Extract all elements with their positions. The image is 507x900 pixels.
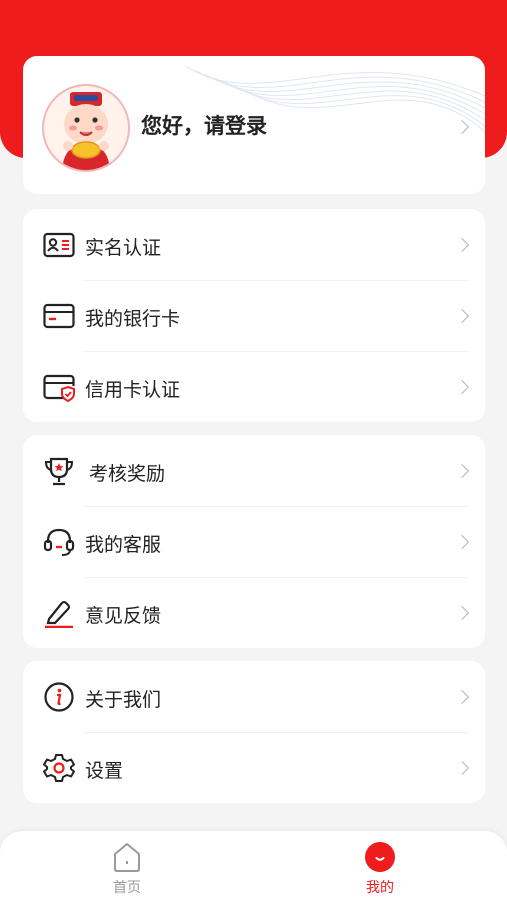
- bottom-tab-bar: 首页 我的: [0, 831, 507, 900]
- trophy-icon: [44, 457, 74, 486]
- gear-icon: [43, 754, 75, 782]
- menu-item-label: 关于我们: [85, 689, 162, 711]
- menu-item-label: 我的客服: [85, 534, 162, 556]
- menu-item-customer-service[interactable]: 我的客服: [23, 506, 485, 577]
- chevron-right-icon: [454, 534, 470, 550]
- menu-item-about-us[interactable]: 关于我们: [23, 661, 485, 732]
- profile-card[interactable]: 您好，请登录: [23, 56, 485, 194]
- bank-card-icon: [43, 303, 75, 329]
- login-greeting[interactable]: 您好，请登录: [141, 110, 267, 140]
- menu-item-label: 我的银行卡: [85, 308, 181, 330]
- tab-home[interactable]: 首页: [87, 837, 167, 897]
- menu-item-credit-card[interactable]: 信用卡认证: [23, 351, 485, 422]
- menu-item-label: 信用卡认证: [85, 379, 181, 401]
- menu-item-label: 设置: [85, 760, 124, 782]
- id-card-icon: [43, 232, 75, 258]
- menu-group-services: 考核奖励 我的客服 意见反馈: [23, 435, 485, 648]
- menu-item-bank-card[interactable]: 我的银行卡: [23, 280, 485, 351]
- chevron-right-icon: [454, 605, 470, 621]
- tab-home-label: 首页: [113, 880, 141, 896]
- credit-card-shield-icon: [43, 374, 75, 402]
- chevron-right-icon: [454, 379, 470, 395]
- chevron-right-icon: [454, 237, 470, 253]
- chevron-right-icon: [454, 463, 470, 479]
- menu-item-feedback[interactable]: 意见反馈: [23, 577, 485, 648]
- menu-item-settings[interactable]: 设置: [23, 732, 485, 803]
- home-icon: [114, 843, 140, 872]
- headset-icon: [43, 528, 75, 556]
- wave-decoration: [185, 65, 485, 133]
- menu-item-label: 意见反馈: [85, 605, 162, 627]
- menu-group-verification: 实名认证 我的银行卡 信用卡认证: [23, 209, 485, 422]
- pencil-icon: [45, 600, 73, 628]
- chevron-right-icon: [454, 308, 470, 324]
- menu-item-real-name[interactable]: 实名认证: [23, 209, 485, 280]
- tab-mine[interactable]: 我的: [340, 837, 420, 897]
- avatar[interactable]: [42, 84, 130, 172]
- mascot-icon: [62, 92, 110, 170]
- menu-item-label: 实名认证: [85, 237, 162, 259]
- menu-item-rewards[interactable]: 考核奖励: [23, 435, 485, 506]
- info-icon: [44, 682, 74, 712]
- chevron-right-icon: [454, 760, 470, 776]
- menu-group-about: 关于我们 设置: [23, 661, 485, 803]
- menu-item-label: 考核奖励: [89, 463, 166, 485]
- tab-mine-label: 我的: [366, 880, 394, 896]
- smile-icon: [365, 842, 395, 872]
- chevron-right-icon: [454, 689, 470, 705]
